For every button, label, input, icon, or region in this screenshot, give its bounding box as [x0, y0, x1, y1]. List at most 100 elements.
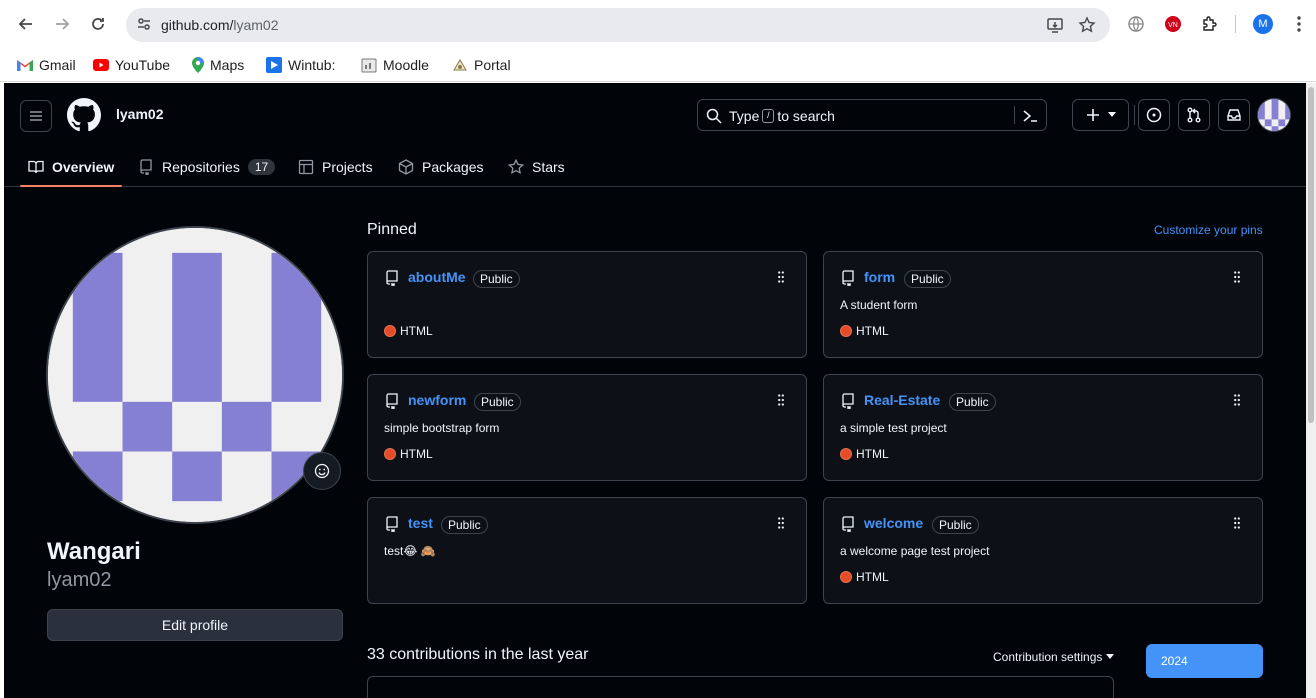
browser-profile-avatar[interactable]: M	[1253, 14, 1273, 34]
repo-language: HTML	[840, 447, 889, 461]
slash-key-hint: /	[762, 109, 775, 123]
forward-button[interactable]	[49, 11, 75, 37]
visibility-badge: Public	[949, 393, 996, 411]
grabber-icon[interactable]	[778, 517, 784, 529]
profile-avatar[interactable]	[46, 226, 344, 524]
bookmark-maps[interactable]: Maps	[192, 53, 244, 77]
search-icon	[706, 108, 722, 124]
portal-icon	[453, 59, 467, 71]
youtube-icon	[93, 59, 109, 71]
scrollbar-thumb[interactable]	[1308, 87, 1314, 423]
bookmark-moodle[interactable]: Moodle	[361, 53, 429, 77]
page-scrollbar[interactable]	[1306, 83, 1316, 698]
repo-icon	[386, 516, 398, 532]
vpn-extension-icon[interactable]: VN	[1163, 14, 1183, 34]
plus-icon	[1086, 109, 1099, 121]
site-settings-icon[interactable]	[136, 16, 152, 32]
menu-button[interactable]	[20, 100, 52, 132]
repo-icon	[842, 516, 854, 532]
smiley-icon	[314, 463, 330, 479]
issues-button[interactable]	[1138, 99, 1170, 131]
repo-name-link[interactable]: aboutMe	[408, 269, 466, 285]
bookmark-wintub[interactable]: Wintub:	[266, 53, 335, 77]
repo-name-link[interactable]: Real-Estate	[864, 392, 940, 408]
grabber-icon[interactable]	[778, 394, 784, 406]
contribution-settings-dropdown[interactable]: Contribution settings	[993, 650, 1115, 664]
reload-button[interactable]	[85, 11, 111, 37]
address-bar[interactable]: github.com/lyam02	[126, 8, 1110, 42]
git-pull-request-icon	[1187, 107, 1201, 123]
install-app-icon[interactable]	[1046, 16, 1064, 34]
create-new-button[interactable]	[1072, 99, 1129, 131]
command-palette-icon[interactable]	[1022, 108, 1038, 124]
toolbar-divider	[1235, 15, 1236, 33]
identicon-image	[48, 228, 342, 522]
tab-packages[interactable]: Packages	[398, 147, 483, 187]
github-logo-icon[interactable]	[67, 98, 101, 132]
set-status-button[interactable]	[303, 452, 341, 490]
repo-icon	[842, 270, 854, 286]
bookmark-gmail[interactable]: Gmail	[17, 53, 76, 77]
url-text: github.com/lyam02	[161, 17, 279, 33]
edit-profile-button[interactable]: Edit profile	[47, 609, 343, 641]
repo-language: HTML	[840, 324, 889, 338]
repo-icon	[140, 159, 152, 175]
translate-extension-icon[interactable]	[1126, 14, 1146, 34]
repo-language: HTML	[384, 324, 433, 338]
bookmark-portal[interactable]: Portal	[452, 53, 511, 77]
svg-text:VN: VN	[1168, 22, 1178, 29]
book-icon	[28, 160, 44, 174]
repo-language: HTML	[840, 570, 889, 584]
triangle-down-icon	[1106, 654, 1115, 659]
tab-overview[interactable]: Overview	[19, 147, 123, 187]
more-menu-icon[interactable]	[1289, 14, 1309, 34]
profile-login: lyam02	[47, 569, 112, 591]
repo-name-link[interactable]: newform	[408, 392, 466, 408]
grabber-icon[interactable]	[1234, 271, 1240, 283]
pinned-repo-card: form Public A student form HTML	[823, 251, 1263, 358]
identicon-avatar-icon	[1258, 99, 1290, 131]
search-placeholder: Type / to search	[729, 108, 835, 124]
tab-stars[interactable]: Stars	[508, 147, 565, 187]
user-avatar-menu[interactable]	[1257, 98, 1291, 132]
grabber-icon[interactable]	[1234, 394, 1240, 406]
inbox-button[interactable]	[1218, 99, 1250, 131]
arrow-left-icon	[18, 18, 32, 30]
search-input[interactable]: Type / to search	[697, 99, 1047, 131]
package-icon	[398, 159, 414, 175]
language-color-dot	[840, 448, 852, 460]
moodle-icon	[361, 58, 377, 73]
repo-name-link[interactable]: welcome	[864, 515, 923, 531]
pinned-repo-card: welcome Public a welcome page test proje…	[823, 497, 1263, 604]
year-2024-button[interactable]: 2024	[1146, 644, 1263, 678]
visibility-badge: Public	[473, 270, 520, 288]
pinned-repo-card: test Public test😂 🙈	[367, 497, 807, 604]
repo-description: a simple test project	[840, 421, 947, 435]
bookmark-youtube[interactable]: YouTube	[93, 53, 170, 77]
repo-name-link[interactable]: test	[408, 515, 433, 531]
extensions-puzzle-icon[interactable]	[1199, 14, 1219, 34]
github-header: lyam02 Type / to search Overview Reposit…	[4, 83, 1306, 187]
back-button[interactable]	[13, 11, 39, 37]
repo-icon	[842, 393, 854, 409]
grabber-icon[interactable]	[778, 271, 784, 283]
grabber-icon[interactable]	[1234, 517, 1240, 529]
tab-projects[interactable]: Projects	[298, 147, 373, 187]
repo-icon	[386, 270, 398, 286]
header-username[interactable]: lyam02	[116, 106, 163, 122]
repositories-count-badge: 17	[247, 159, 276, 175]
wintub-icon	[266, 57, 282, 73]
repo-description: a welcome page test project	[840, 544, 990, 558]
tab-repositories[interactable]: Repositories 17	[138, 147, 276, 187]
triangle-down-icon	[1107, 112, 1116, 117]
bookmark-star-icon[interactable]	[1078, 16, 1096, 34]
pinned-repo-card: aboutMe Public HTML	[367, 251, 807, 358]
repo-name-link[interactable]: form	[864, 269, 895, 285]
profile-name: Wangari	[47, 538, 141, 565]
contributions-heading: 33 contributions in the last year	[367, 646, 589, 663]
language-color-dot	[384, 448, 396, 460]
pull-requests-button[interactable]	[1178, 99, 1210, 131]
repo-description: simple bootstrap form	[384, 421, 500, 435]
customize-pins-link[interactable]: Customize your pins	[1154, 223, 1263, 237]
repo-language: HTML	[384, 447, 433, 461]
